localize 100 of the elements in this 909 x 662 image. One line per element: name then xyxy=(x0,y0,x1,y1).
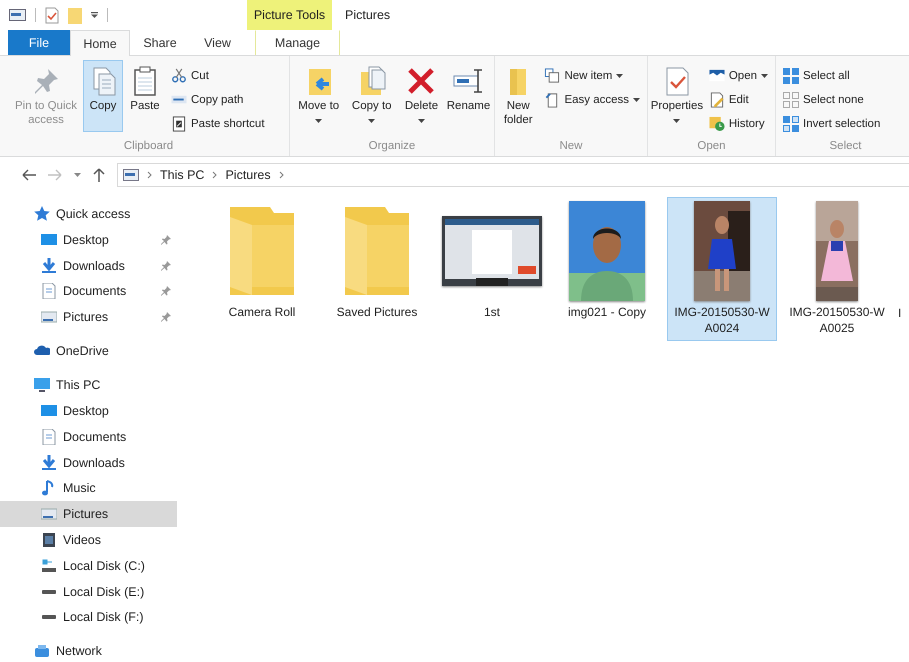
ribbon-button[interactable]: Properties xyxy=(651,60,703,132)
caret-icon xyxy=(418,119,425,123)
file-name: img021 - Copy xyxy=(566,304,648,320)
nav-item[interactable]: Desktop xyxy=(0,398,177,424)
location-icon xyxy=(123,169,139,181)
scissors-icon xyxy=(171,68,187,84)
ribbon-button[interactable]: Open xyxy=(704,64,772,87)
download-icon xyxy=(41,454,57,471)
ribbon-button[interactable]: New item xyxy=(540,64,644,87)
breadcrumb[interactable]: This PC xyxy=(160,168,204,182)
file-item[interactable]: img021 - Copy xyxy=(552,197,662,325)
caret-icon xyxy=(673,119,680,123)
ribbon-button[interactable]: Delete xyxy=(398,60,444,132)
video-icon xyxy=(41,532,57,548)
file-name: IMG-20150530-WA0024 xyxy=(674,304,770,336)
ribbon-button[interactable]: Select all xyxy=(779,64,884,87)
caret-icon xyxy=(616,74,624,78)
document-icon xyxy=(41,283,57,300)
nav-item[interactable]: Network xyxy=(0,638,177,659)
system-drive-icon xyxy=(41,558,57,574)
ribbon-button[interactable]: History xyxy=(704,112,772,135)
ribbon-button[interactable]: New folder xyxy=(498,60,538,132)
nav-item[interactable]: Downloads xyxy=(0,252,177,279)
properties-icon xyxy=(45,6,59,24)
nav-item[interactable]: Documents xyxy=(0,278,177,304)
contextual-tab-header: Picture Tools xyxy=(247,0,332,30)
pin-icon xyxy=(161,312,171,322)
group-label: Select xyxy=(828,140,862,154)
recent-locations-icon xyxy=(74,173,81,177)
nav-item[interactable]: Pictures xyxy=(0,501,177,528)
chevron-icon xyxy=(212,171,218,179)
caret-icon xyxy=(761,74,768,78)
ribbon-button[interactable]: Invert selection xyxy=(779,112,884,135)
ribbon-button[interactable]: Edit xyxy=(704,88,772,111)
ribbon-tab[interactable]: File xyxy=(8,30,70,55)
window-title: Pictures xyxy=(345,8,390,22)
breadcrumb[interactable]: Pictures xyxy=(225,168,271,182)
forward-icon xyxy=(48,169,62,181)
back-icon xyxy=(22,169,36,181)
ribbon-button[interactable]: Select none xyxy=(779,88,884,111)
nav-item[interactable]: Local Disk (E:) xyxy=(0,578,177,605)
ribbon-button[interactable]: Easy access xyxy=(540,88,644,111)
group-label: New xyxy=(558,140,584,154)
ribbon-button[interactable]: Copy to xyxy=(346,60,397,132)
ribbon-button[interactable]: Paste shortcut xyxy=(167,112,269,135)
ribbon-tab[interactable]: View xyxy=(190,30,245,55)
nav-item[interactable]: Local Disk (C:) xyxy=(0,552,177,579)
open-icon xyxy=(708,68,725,84)
nav-item[interactable]: Desktop xyxy=(0,227,177,253)
nav-item[interactable]: This PC xyxy=(0,372,177,398)
shortcut-icon xyxy=(171,116,187,132)
file-name: Camera Roll xyxy=(228,304,296,320)
chevron-icon xyxy=(147,171,152,179)
nav-item[interactable]: Videos xyxy=(0,527,177,553)
network-icon xyxy=(34,643,50,659)
nav-item[interactable]: OneDrive xyxy=(0,338,177,364)
file-item[interactable]: IMG-20150530-WA0025 xyxy=(782,197,892,341)
chevron-icon xyxy=(278,171,284,179)
ribbon-tab[interactable]: Home xyxy=(70,30,130,56)
group-label: Open xyxy=(696,140,727,154)
file-item[interactable]: Saved Pictures xyxy=(322,197,432,325)
pin-icon xyxy=(161,234,171,245)
download-icon xyxy=(41,258,57,274)
file-item[interactable]: I xyxy=(897,197,902,326)
pictures-icon xyxy=(41,309,57,326)
new-item-icon xyxy=(544,68,560,84)
star-icon xyxy=(34,206,50,222)
file-item[interactable]: 1st xyxy=(437,197,547,325)
folder-icon xyxy=(230,207,294,295)
folder-icon xyxy=(345,207,409,295)
address-field[interactable]: This PC Pictures xyxy=(117,163,909,187)
ribbon-button[interactable]: Copy xyxy=(83,60,123,132)
ribbon-button[interactable]: Cut xyxy=(167,64,269,87)
up-icon xyxy=(93,168,105,182)
file-name: I xyxy=(898,305,902,321)
nav-item[interactable]: Quick access xyxy=(0,201,177,227)
nav-item[interactable]: Pictures xyxy=(0,304,177,330)
pictures-icon xyxy=(41,506,57,522)
history-icon xyxy=(708,116,725,132)
caret-icon xyxy=(368,119,376,123)
file-item[interactable]: Camera Roll xyxy=(207,197,317,325)
document-icon xyxy=(41,428,57,445)
nav-item[interactable]: Music xyxy=(0,476,177,502)
ribbon-button[interactable]: Rename xyxy=(446,60,491,132)
select-all-icon xyxy=(783,68,799,84)
group-label: Organize xyxy=(368,140,416,154)
ribbon-button[interactable]: Paste xyxy=(125,60,165,132)
file-name: IMG-20150530-WA0025 xyxy=(789,304,885,336)
edit-icon xyxy=(708,92,725,108)
nav-item[interactable]: Documents xyxy=(0,424,177,450)
caret-icon xyxy=(633,98,640,102)
nav-item[interactable]: Local Disk (F:) xyxy=(0,604,177,630)
ribbon-button[interactable]: Copy path xyxy=(167,88,269,111)
folder-icon xyxy=(68,6,82,24)
nav-item[interactable]: Downloads xyxy=(0,450,177,476)
file-item[interactable]: IMG-20150530-WA0024 xyxy=(667,197,777,341)
invert-selection-icon xyxy=(783,116,799,132)
select-none-icon xyxy=(783,92,799,108)
ribbon-button[interactable]: Move to xyxy=(293,60,345,132)
ribbon-tab[interactable]: Share xyxy=(130,30,190,55)
